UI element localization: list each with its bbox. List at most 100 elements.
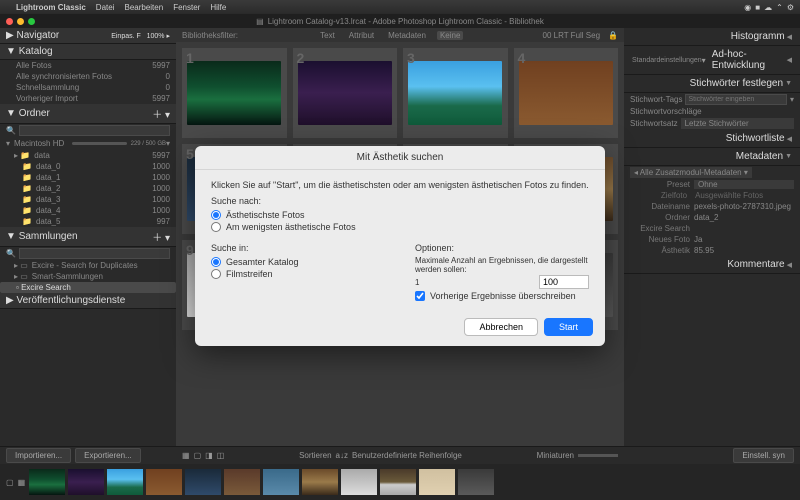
sync-settings-button[interactable]: Einstell. syn [733,448,794,463]
preset-dropdown[interactable]: Ohne [694,180,794,189]
meta-row: Ästhetik85.95 [624,245,800,256]
meta-row: Dateinamepexels-photo-2787310.jpeg [624,201,800,212]
cancel-button[interactable]: Abbrechen [464,318,538,336]
sammlungen-header[interactable]: ▼ Sammlungen＋ ▾ [0,227,176,247]
grid-cell[interactable]: 4 [514,48,619,138]
katalog-header[interactable]: ▼ Katalog [0,44,176,60]
export-button[interactable]: Exportieren... [75,448,141,463]
record-icon[interactable]: ■ [755,3,760,12]
menu-bearbeiten[interactable]: Bearbeiten [124,3,163,12]
folder-search-input[interactable] [19,125,170,136]
wrench-icon[interactable]: ▾ [790,95,794,104]
sort-direction-icon[interactable]: a↓z [336,451,348,460]
filmstrip-thumb[interactable] [341,469,377,495]
adhoc-header[interactable]: Standardeinstellungen ▾Ad-hoc-Entwicklun… [624,46,800,75]
pub-header[interactable]: ▶ Veröffentlichungsdienste [0,293,176,309]
keyword-tags-label: Stichwort-Tags [630,95,682,104]
menu-datei[interactable]: Datei [96,3,115,12]
filmstrip-thumb[interactable] [107,469,143,495]
checkbox-overwrite[interactable]: Vorherige Ergebnisse überschreiben [415,290,589,302]
ordner-header[interactable]: ▼ Ordner＋ ▾ [0,104,176,124]
folder-row[interactable]: 📁 data_31000 [0,194,176,205]
view-mode-survey-icon[interactable]: ◫ [217,451,225,460]
filmstrip-thumb[interactable] [302,469,338,495]
filmstrip-thumb[interactable] [224,469,260,495]
stichwortliste-header[interactable]: Stichwortliste◀ [624,130,800,148]
menu-hilfe[interactable]: Hilfe [210,3,226,12]
eye-icon[interactable]: ◉ [744,3,751,12]
stichwoerter-festlegen-header[interactable]: Stichwörter festlegen▼ [624,75,800,93]
app-menu[interactable]: Lightroom Classic [16,3,86,12]
filter-tab-attribut[interactable]: Attribut [346,31,377,40]
katalog-row[interactable]: Alle synchronisierten Fotos0 [0,71,176,82]
wifi-icon[interactable]: ⌃ [776,3,783,12]
grid-cell[interactable]: 2 [293,48,398,138]
filter-tab-keine[interactable]: Keine [437,31,463,40]
filmstrip-thumb[interactable] [380,469,416,495]
filter-preset[interactable]: 00 LRT Full Seg [543,31,601,40]
filter-tab-metadaten[interactable]: Metadaten [385,31,429,40]
filmstrip-thumb[interactable] [185,469,221,495]
volume-row[interactable]: ▾ Macintosh HD229 / 500 GB ▾ [0,137,176,150]
view-mode-grid-icon[interactable]: ▦ [182,451,190,460]
radio-aesthetischste[interactable]: Ästhetischste Fotos [211,209,589,221]
katalog-row[interactable]: Schnellsammlung0 [0,82,176,93]
sort-order-dropdown[interactable]: Benutzerdefinierte Reihenfolge [352,451,462,460]
close-window-button[interactable] [6,18,13,25]
keyword-input[interactable] [685,94,787,105]
filmstrip[interactable]: ▢ ▦ [0,464,800,500]
folder-row[interactable]: 📁 data_41000 [0,205,176,216]
grid-cell[interactable]: 3 [403,48,508,138]
thumbnail-size-slider[interactable] [578,454,618,457]
navigator-header[interactable]: ▶ Navigator Einpas. F 100% ▸ [0,28,176,44]
filter-tab-text[interactable]: Text [317,31,338,40]
radio-gesamter-katalog[interactable]: Gesamter Katalog [211,256,385,268]
collection-search-input[interactable] [19,248,170,259]
second-monitor-icon[interactable]: ▢ [6,478,14,487]
filmstrip-thumb[interactable] [29,469,65,495]
metadaten-header[interactable]: Metadaten▼ [624,148,800,166]
filmstrip-thumb[interactable] [68,469,104,495]
collection-row[interactable]: ▸ ▭ Excire - Search for Duplicates [0,260,176,271]
view-mode-compare-icon[interactable]: ◨ [205,451,213,460]
filmstrip-thumb[interactable] [458,469,494,495]
katalog-row[interactable]: Alle Fotos5997 [0,60,176,71]
tab-ausgewaehlte[interactable]: Ausgewählte Fotos [695,191,763,200]
suche-nach-label: Suche nach: [211,196,589,206]
cloud-icon[interactable]: ☁ [764,3,772,12]
keyword-set-dropdown[interactable]: Letzte Stichwörter [681,118,794,129]
minimize-window-button[interactable] [17,18,24,25]
collection-row-selected[interactable]: ▫ Excire Search [0,282,176,293]
kommentare-header[interactable]: Kommentare◀ [624,256,800,274]
radio-filmstreifen[interactable]: Filmstreifen [211,268,385,280]
folder-row[interactable]: 📁 data_21000 [0,183,176,194]
search-icon: 🔍 [6,249,16,258]
start-button[interactable]: Start [544,318,593,336]
keyword-suggestions-row[interactable]: Stichwortvorschläge [624,106,800,117]
histogram-header[interactable]: Histogramm◀ [624,28,800,46]
max-results-label: Maximale Anzahl an Ergebnissen, die darg… [415,256,589,274]
document-icon: ▤ [256,17,264,26]
zoom-window-button[interactable] [28,18,35,25]
view-mode-loupe-icon[interactable]: ▢ [194,451,202,460]
katalog-row[interactable]: Vorheriger Import5997 [0,93,176,104]
folder-row[interactable]: 📁 data_11000 [0,172,176,183]
filmstrip-thumb[interactable] [146,469,182,495]
tab-zielfoto[interactable]: Zielfoto [661,191,687,200]
control-center-icon[interactable]: ⚙ [787,3,794,12]
collection-row[interactable]: ▸ ▭ Smart-Sammlungen [0,271,176,282]
folder-row[interactable]: 📁 data_01000 [0,161,176,172]
grid-cell[interactable]: 1 [182,48,287,138]
radio-wenigsten[interactable]: Am wenigsten ästhetische Fotos [211,221,589,233]
menu-fenster[interactable]: Fenster [173,3,200,12]
filmstrip-thumb[interactable] [419,469,455,495]
folder-row[interactable]: 📁 data_5997 [0,216,176,227]
filmstrip-thumb[interactable] [263,469,299,495]
folder-row[interactable]: ▸ 📁 data5997 [0,150,176,161]
max-results-input[interactable] [539,275,589,289]
lock-icon[interactable]: 🔒 [608,31,618,40]
import-button[interactable]: Importieren... [6,448,71,463]
search-icon: 🔍 [6,126,16,135]
grid-icon[interactable]: ▦ [18,478,26,487]
metadata-filter-dropdown[interactable]: ◂ Alle Zusatzmodul-Metadaten ▾ [630,167,752,178]
